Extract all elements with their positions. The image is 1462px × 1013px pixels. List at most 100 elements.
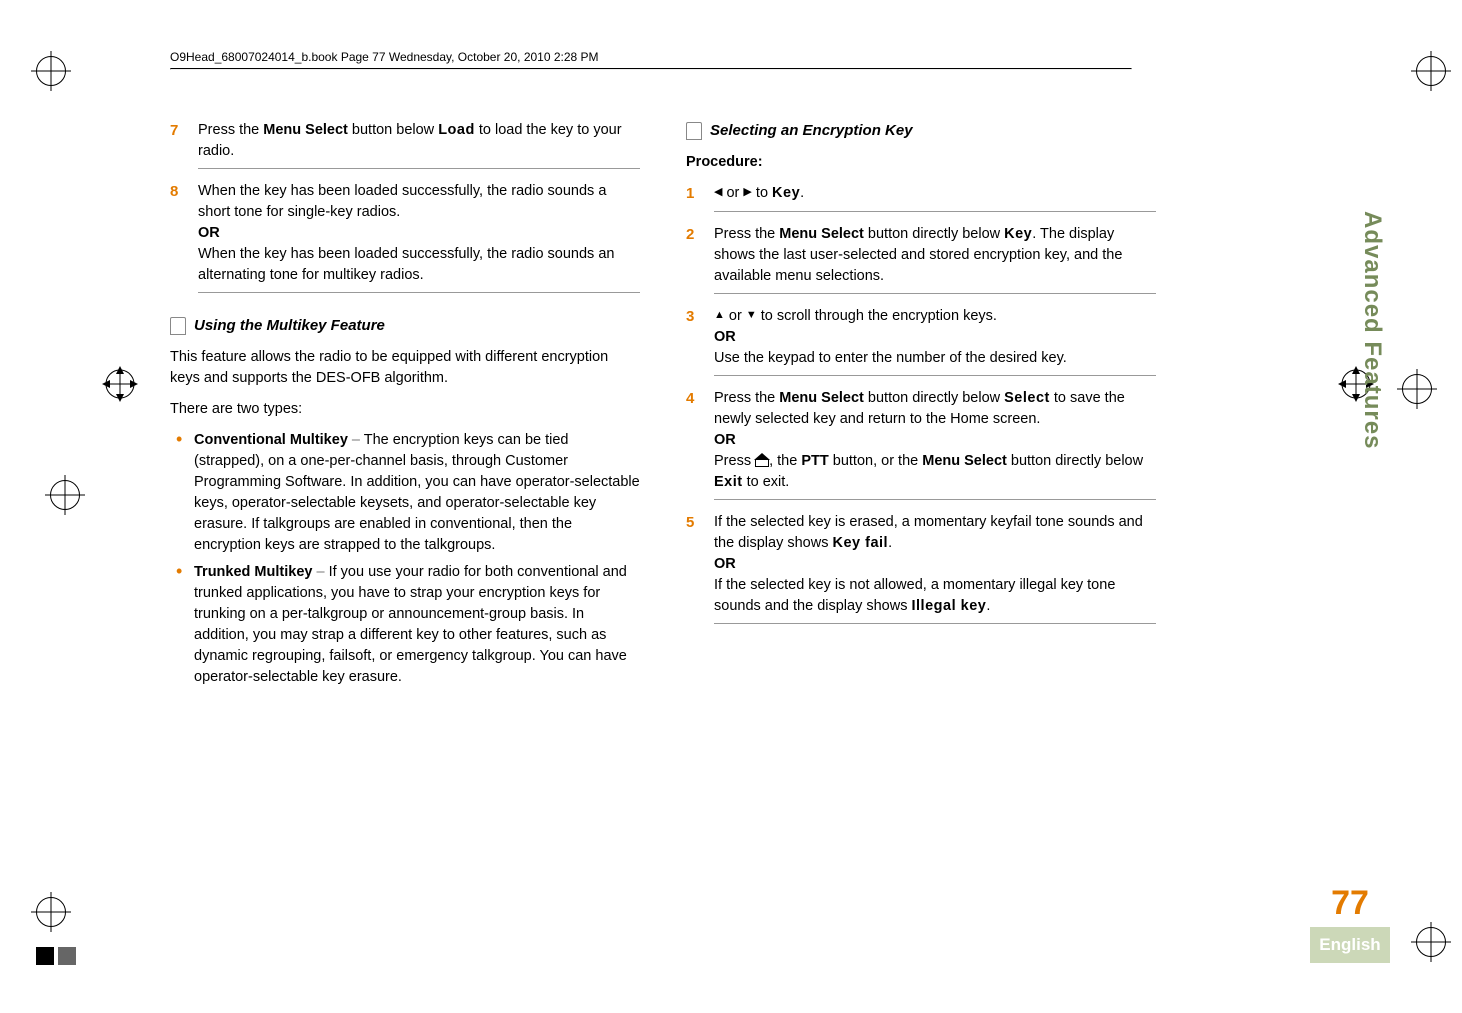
- bullet-dot-icon: •: [176, 430, 194, 556]
- paragraph: This feature allows the radio to be equi…: [170, 347, 640, 389]
- language-label: English: [1319, 935, 1380, 954]
- step-5: 5 If the selected key is erased, a momen…: [686, 512, 1156, 617]
- step-body: Press the Menu Select button directly be…: [714, 224, 1156, 287]
- step-divider: [714, 211, 1156, 212]
- screen-text: Illegal key: [912, 598, 987, 614]
- step-body: Press the Menu Select button below Load …: [198, 120, 640, 162]
- cross-arrow-icon: [100, 364, 140, 404]
- step-7: 7 Press the Menu Select button below Loa…: [170, 120, 640, 162]
- ui-button-name: Menu Select: [779, 226, 864, 242]
- bullet-item: • Trunked Multikey – If you use your rad…: [176, 562, 640, 688]
- step-body: When the key has been loaded successfull…: [198, 181, 640, 286]
- step-divider: [198, 168, 640, 169]
- text: button directly below: [864, 390, 1004, 406]
- running-header: O9Head_68007024014_b.book Page 77 Wednes…: [170, 50, 1290, 70]
- registration-mark-icon: [36, 897, 66, 927]
- text: to exit.: [743, 474, 790, 490]
- text: button directly below: [1007, 453, 1143, 469]
- text: Press the: [198, 122, 263, 138]
- text: Press: [714, 453, 755, 469]
- text: .: [986, 598, 990, 614]
- text: button below: [348, 122, 438, 138]
- step-3: 3 ▲ or ▼ to scroll through the encryptio…: [686, 306, 1156, 369]
- registration-mark-icon: [1416, 56, 1446, 86]
- right-arrow-icon: ▶: [743, 185, 751, 201]
- bullet-item: • Conventional Multikey – The encryption…: [176, 430, 640, 556]
- text: Press , the PTT button, or the Menu Sele…: [714, 451, 1156, 493]
- step-divider: [714, 499, 1156, 500]
- procedure-label: Procedure:: [686, 152, 1156, 173]
- or-label: OR: [714, 430, 1156, 451]
- step-number: 8: [170, 181, 198, 286]
- step-body: ▲ or ▼ to scroll through the encryption …: [714, 306, 1156, 369]
- step-body: If the selected key is erased, a momenta…: [714, 512, 1156, 617]
- text: When the key has been loaded successfull…: [198, 244, 640, 286]
- down-arrow-icon: ▼: [746, 308, 757, 324]
- text: Use the keypad to enter the number of th…: [714, 348, 1156, 369]
- language-badge: English: [1310, 927, 1390, 963]
- bullet-body: Trunked Multikey – If you use your radio…: [194, 562, 640, 688]
- or-label: OR: [198, 223, 640, 244]
- text: The encryption keys can be tied (strappe…: [194, 432, 640, 553]
- step-divider: [714, 293, 1156, 294]
- text: to scroll through the encryption keys.: [757, 308, 997, 324]
- step-body: ◀ or ▶ to Key.: [714, 183, 1156, 205]
- step-4: 4 Press the Menu Select button directly …: [686, 388, 1156, 493]
- side-tab-label: Advanced Features: [1358, 211, 1386, 449]
- step-divider: [714, 623, 1156, 624]
- step-number: 4: [686, 388, 714, 493]
- text: , the: [769, 453, 801, 469]
- ui-button-name: Menu Select: [779, 390, 864, 406]
- section-title-text: Using the Multikey Feature: [194, 315, 385, 337]
- text: .: [800, 185, 804, 201]
- step-number: 5: [686, 512, 714, 617]
- step-1: 1 ◀ or ▶ to Key.: [686, 183, 1156, 205]
- bullet-dot-icon: •: [176, 562, 194, 688]
- text: to: [752, 185, 772, 201]
- up-arrow-icon: ▲: [714, 308, 725, 324]
- dash: –: [348, 432, 364, 448]
- text: If the selected key is erased, a momenta…: [714, 514, 1143, 551]
- text: Press the: [714, 390, 779, 406]
- text: If you use your radio for both conventio…: [194, 564, 627, 685]
- section-heading: Selecting an Encryption Key: [686, 120, 1156, 142]
- header-rule: [170, 68, 1132, 70]
- registration-mark-icon: [1416, 927, 1446, 957]
- page-footer: 77 English: [1310, 884, 1390, 963]
- screen-text: Key: [1004, 226, 1032, 242]
- text: or: [725, 308, 746, 324]
- home-icon: [755, 455, 769, 467]
- paragraph: There are two types:: [170, 399, 640, 420]
- text: Press the: [714, 226, 779, 242]
- left-column: 7 Press the Menu Select button below Loa…: [170, 120, 640, 694]
- or-label: OR: [714, 554, 1156, 575]
- registration-mark-icon: [36, 56, 66, 86]
- right-column: Selecting an Encryption Key Procedure: 1…: [686, 120, 1156, 694]
- side-tab: Advanced Features: [1354, 130, 1390, 530]
- or-label: OR: [714, 327, 1156, 348]
- page-icon: [686, 122, 702, 140]
- bullet-body: Conventional Multikey – The encryption k…: [194, 430, 640, 556]
- screen-text: Key: [772, 185, 800, 201]
- color-bar-icon: [36, 947, 116, 967]
- section-heading: Using the Multikey Feature: [170, 315, 640, 337]
- term: Conventional Multikey: [194, 432, 348, 448]
- text: button directly below: [864, 226, 1004, 242]
- registration-mark-icon: [50, 480, 80, 510]
- step-number: 7: [170, 120, 198, 162]
- screen-text: Exit: [714, 474, 743, 490]
- page-icon: [170, 317, 186, 335]
- page-number: 77: [1310, 884, 1390, 923]
- screen-text: Key fail: [832, 535, 888, 551]
- step-8: 8 When the key has been loaded successfu…: [170, 181, 640, 286]
- ui-button-name: PTT: [801, 453, 828, 469]
- text: or: [722, 185, 743, 201]
- step-number: 3: [686, 306, 714, 369]
- step-number: 2: [686, 224, 714, 287]
- section-title-text: Selecting an Encryption Key: [710, 120, 913, 142]
- step-divider: [714, 375, 1156, 376]
- ui-button-name: Menu Select: [922, 453, 1007, 469]
- screen-text: Load: [438, 122, 475, 138]
- step-divider: [198, 292, 640, 293]
- text: When the key has been loaded successfull…: [198, 181, 640, 223]
